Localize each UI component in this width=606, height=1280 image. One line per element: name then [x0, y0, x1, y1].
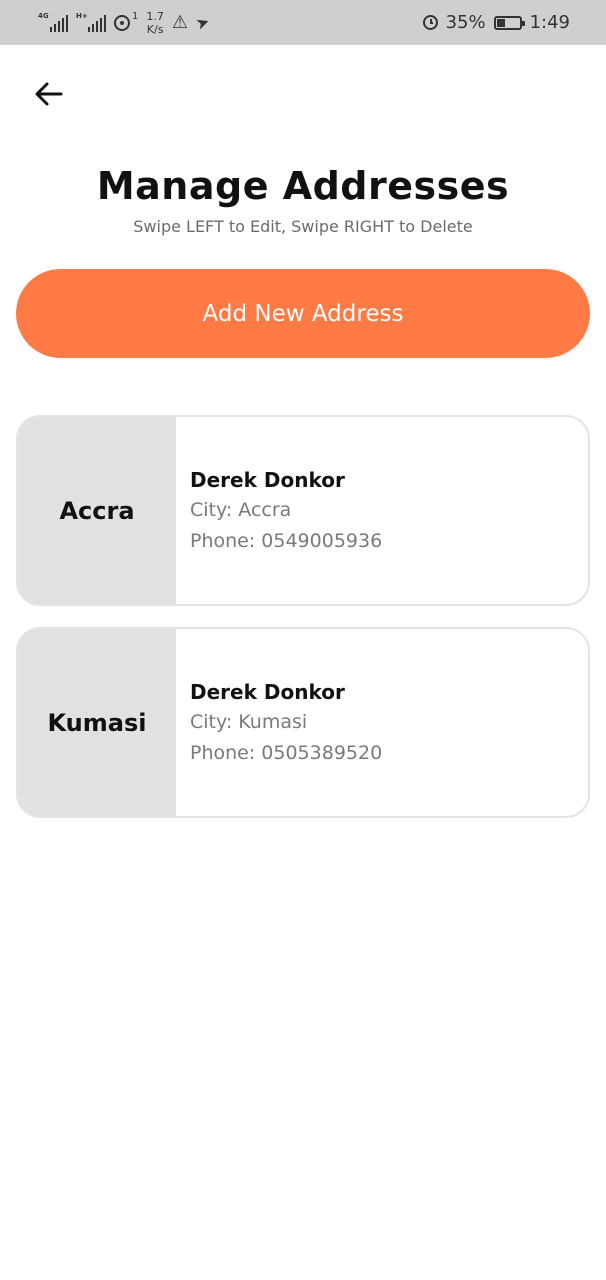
warning-icon: ⚠ — [171, 11, 189, 33]
page-title: Manage Addresses — [96, 164, 510, 208]
address-city-label: Kumasi — [47, 708, 147, 737]
address-phone: Phone: 0549005936 — [190, 529, 383, 552]
address-details: Derek Donkor City: Accra Phone: 05490059… — [176, 417, 382, 604]
address-card[interactable]: Kumasi Derek Donkor City: Kumasi Phone: … — [16, 627, 590, 818]
clock: 1:49 — [529, 12, 570, 33]
address-city-label: Accra — [59, 496, 135, 525]
address-city: City: Accra — [190, 498, 292, 521]
address-name: Derek Donkor — [190, 679, 345, 704]
back-button[interactable] — [28, 74, 68, 114]
network-speed: 1.7 K/s — [146, 9, 164, 36]
battery-icon — [493, 15, 525, 30]
hotspot-icon — [114, 14, 130, 31]
alarm-icon — [422, 15, 438, 30]
address-city-block: Kumasi — [18, 629, 176, 816]
address-phone: Phone: 0505389520 — [190, 741, 383, 764]
signal-icon: H+ — [76, 12, 106, 32]
telegram-icon: ➤ — [193, 11, 213, 34]
address-city-block: Accra — [18, 417, 176, 604]
status-bar-right: 35% 1:49 — [422, 12, 570, 33]
status-bar-left: 4G H+ 1 1.7 K/s ⚠ ➤ — [38, 9, 213, 36]
battery-percent: 35% — [445, 12, 486, 33]
hotspot-count: 1 — [132, 11, 139, 22]
address-details: Derek Donkor City: Kumasi Phone: 0505389… — [176, 629, 382, 816]
add-new-address-label: Add New Address — [202, 300, 404, 327]
address-name: Derek Donkor — [190, 467, 345, 492]
add-new-address-button[interactable]: Add New Address — [16, 269, 590, 358]
arrow-left-icon — [35, 82, 63, 106]
address-city: City: Kumasi — [190, 710, 308, 733]
status-bar: 4G H+ 1 1.7 K/s ⚠ ➤ 35% 1:49 — [0, 0, 606, 45]
address-card[interactable]: Accra Derek Donkor City: Accra Phone: 05… — [16, 415, 590, 606]
signal-icon: 4G — [38, 12, 68, 32]
page-subtitle: Swipe LEFT to Edit, Swipe RIGHT to Delet… — [133, 217, 473, 236]
